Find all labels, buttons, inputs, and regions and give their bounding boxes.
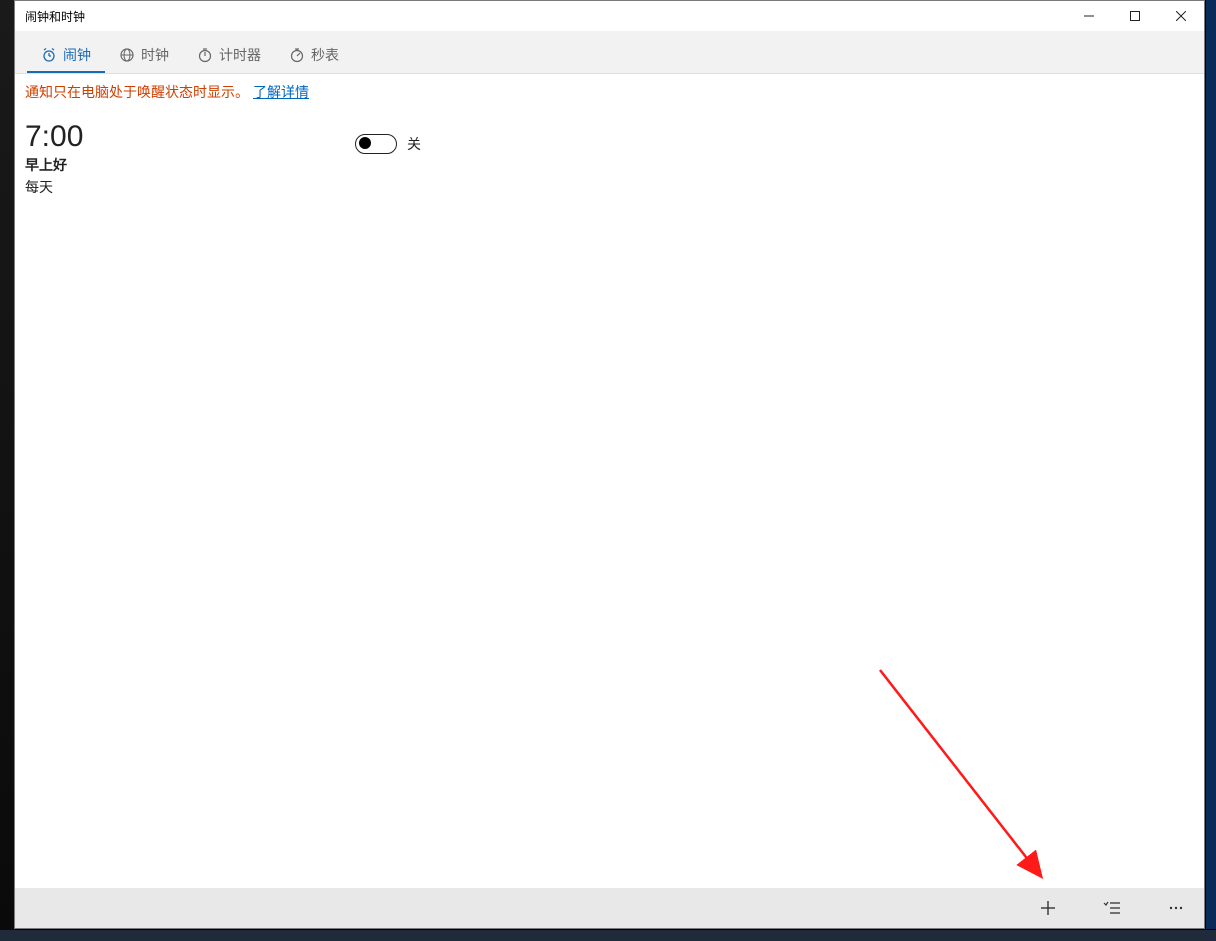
tab-label: 计时器 (219, 45, 261, 65)
tab-stopwatch[interactable]: 秒表 (275, 35, 353, 73)
close-button[interactable] (1158, 1, 1204, 31)
minimize-button[interactable] (1066, 1, 1112, 31)
alarm-time: 7:00 (25, 120, 335, 153)
tab-timer[interactable]: 计时器 (183, 35, 275, 73)
toggle-knob (359, 137, 371, 149)
tab-alarm[interactable]: 闹钟 (27, 35, 105, 73)
tab-label: 闹钟 (63, 45, 91, 65)
window-title: 闹钟和时钟 (25, 8, 85, 25)
notification-text: 通知只在电脑处于唤醒状态时显示。 (25, 82, 249, 102)
app-window: 闹钟和时钟 闹钟 时钟 (14, 0, 1205, 929)
taskbar-sliver (0, 930, 1216, 941)
tab-label: 秒表 (311, 45, 339, 65)
timer-icon (197, 47, 213, 63)
world-clock-icon (119, 47, 135, 63)
tabs-bar: 闹钟 时钟 计时器 秒表 (15, 31, 1204, 74)
select-alarms-button[interactable] (1092, 888, 1132, 928)
alarm-name: 早上好 (25, 155, 335, 175)
alarm-info: 7:00 早上好 每天 (25, 120, 335, 197)
more-button[interactable] (1156, 888, 1196, 928)
alarm-repeat: 每天 (25, 177, 335, 197)
titlebar: 闹钟和时钟 (15, 1, 1204, 31)
desktop-right-sliver (1206, 0, 1216, 929)
command-bar (15, 888, 1204, 928)
alarm-toggle[interactable] (355, 134, 397, 154)
tab-clock[interactable]: 时钟 (105, 35, 183, 73)
stopwatch-icon (289, 47, 305, 63)
toggle-state-label: 关 (407, 134, 421, 154)
learn-more-link[interactable]: 了解详情 (253, 82, 309, 102)
maximize-button[interactable] (1112, 1, 1158, 31)
alarm-icon (41, 47, 57, 63)
tab-label: 时钟 (141, 45, 169, 65)
window-controls (1066, 1, 1204, 31)
notification-bar: 通知只在电脑处于唤醒状态时显示。 了解详情 (15, 74, 1204, 110)
add-alarm-button[interactable] (1028, 888, 1068, 928)
alarm-toggle-area: 关 (355, 134, 421, 154)
desktop-left-sliver (0, 0, 14, 941)
alarm-item[interactable]: 7:00 早上好 每天 关 (15, 110, 1204, 197)
